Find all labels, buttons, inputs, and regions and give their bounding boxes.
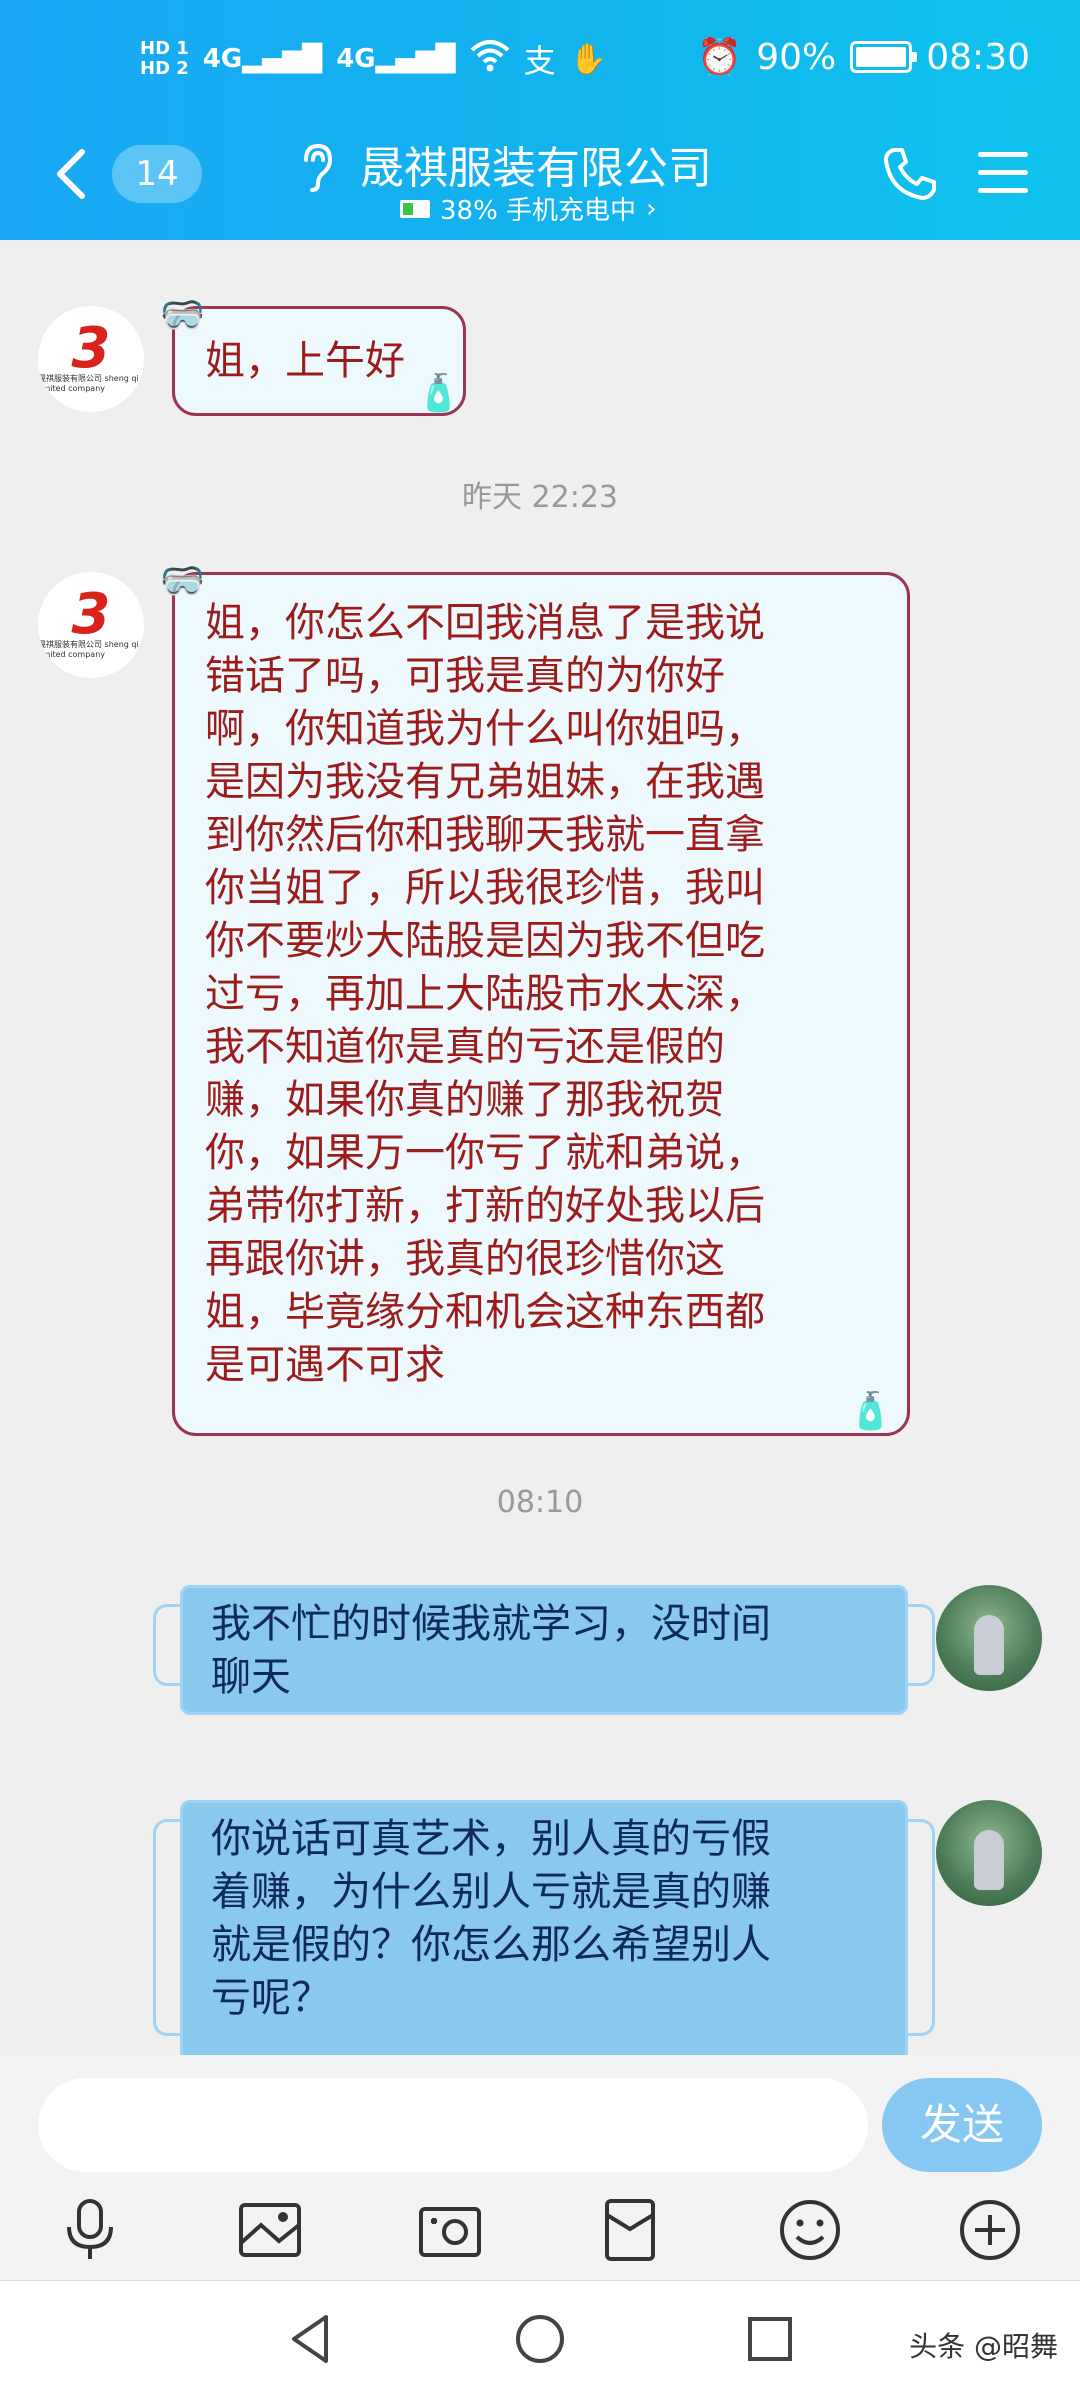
message-line: 过亏，再加上大陆股市水太深， <box>205 971 765 1017</box>
plus-icon[interactable] <box>955 2195 1025 2265</box>
soap-decor-icon: 🧴 <box>416 373 461 414</box>
chat-header: 14 晟祺服装有限公司 38% 手机充电中 › <box>0 120 1080 240</box>
goggles-decor-icon: 🥽 <box>160 295 205 336</box>
message-line: 错话了吗，可我是真的为你好 <box>205 653 725 699</box>
chevron-left-icon <box>57 149 85 199</box>
avatar-company[interactable]: 3 晟祺服装有限公司 sheng qi limited company <box>38 306 144 412</box>
message-line: 你当姐了，所以我很珍惜，我叫 <box>205 865 765 911</box>
charging-status: 38% 手机充电中 <box>440 196 637 226</box>
message-bubble-outgoing[interactable]: 你说话可真艺术，别人真的亏假 着赚，为什么别人亏就是真的赚 就是假的？你怎么那么… <box>153 1800 935 2055</box>
soap-decor-icon: 🧴 <box>848 1391 893 1432</box>
message-list[interactable]: 3 晟祺服装有限公司 sheng qi limited company 姐，上午… <box>0 240 1080 2055</box>
signal1-icon: 4G▂▄▆█ <box>202 44 323 74</box>
red-packet-icon[interactable] <box>595 2195 665 2265</box>
battery-percent: 90% <box>756 36 837 78</box>
alarm-icon: ⏰ <box>697 37 743 78</box>
message-line: 啊，你知道我为什么叫你姐吗， <box>205 706 765 752</box>
message-bubble-outgoing[interactable]: 我不忙的时候我就学习，没时间 聊天 <box>153 1585 935 1715</box>
ear-icon[interactable] <box>300 142 336 203</box>
message-line: 亏呢？ <box>211 1975 331 2021</box>
watermark: 头条 @昭舞 <box>909 2330 1058 2363</box>
nav-home-icon[interactable] <box>510 2309 570 2369</box>
message-line: 是可遇不可求 <box>205 1342 445 1388</box>
company-logo-text: 晟祺服装有限公司 sheng qi limited company <box>38 374 139 393</box>
nav-back-icon[interactable] <box>280 2309 340 2369</box>
hd1-label: HD 1 <box>140 38 189 59</box>
battery-icon <box>850 41 918 73</box>
message-line: 你不要炒大陆股是因为我不但吃 <box>205 918 765 964</box>
phone-call-icon[interactable] <box>880 144 940 204</box>
image-icon[interactable] <box>235 2195 305 2265</box>
alipay-icon: 支 <box>523 42 556 80</box>
avatar-self[interactable] <box>936 1800 1042 1906</box>
top-bar: HD 1 HD 2 4G▂▄▆█ 4G▂▄▆█ 支 ✋ ⏰ 90% 08:30 … <box>0 0 1080 240</box>
system-nav-bar: 头条 @昭舞 <box>0 2280 1080 2400</box>
avatar-company[interactable]: 3 晟祺服装有限公司 sheng qi limited company <box>38 572 144 678</box>
chevron-right-icon: › <box>646 193 657 224</box>
emoji-icon[interactable] <box>775 2195 845 2265</box>
message-line: 弟带你打新，打新的好处我以后 <box>205 1183 765 1229</box>
hd-badge: HD 1 HD 2 <box>140 39 189 79</box>
hd2-label: HD 2 <box>140 58 189 79</box>
status-bar: HD 1 HD 2 4G▂▄▆█ 4G▂▄▆█ 支 ✋ ⏰ 90% 08:30 <box>0 30 1080 100</box>
message-line: 再跟你讲，我真的很珍惜你这 <box>205 1236 725 1282</box>
message-line: 就是假的？你怎么那么希望别人 <box>211 1922 771 1968</box>
menu-icon[interactable] <box>978 152 1028 196</box>
charging-battery-icon <box>400 199 430 218</box>
message-line: 赚，如果你真的赚了那我祝贺 <box>205 1077 725 1123</box>
back-button[interactable] <box>50 144 100 204</box>
timestamp: 昨天 22:23 <box>462 480 618 515</box>
clock: 08:30 <box>926 36 1030 78</box>
message-line: 你说话可真艺术，别人真的亏假 <box>211 1816 771 1862</box>
message-line: 姐，你怎么不回我消息了是我说 <box>205 600 765 646</box>
message-line: 我不忙的时候我就学习，没时间 <box>211 1601 771 1647</box>
chat-subtitle[interactable]: 38% 手机充电中 › <box>400 190 656 227</box>
message-input[interactable] <box>38 2078 868 2172</box>
message-line: 姐，毕竟缘分和机会这种东西都 <box>205 1289 765 1335</box>
nav-recents-icon[interactable] <box>740 2309 800 2369</box>
message-line: 我不知道你是真的亏还是假的 <box>205 1024 725 1070</box>
message-line: 你，如果万一你亏了就和弟说， <box>205 1130 765 1176</box>
message-line: 着赚，为什么别人亏就是真的赚 <box>211 1869 771 1915</box>
microphone-icon[interactable] <box>55 2195 125 2265</box>
goggles-decor-icon: 🥽 <box>160 561 205 602</box>
hand-icon: ✋ <box>569 41 608 77</box>
message-line: 聊天 <box>211 1654 291 1700</box>
send-button[interactable]: 发送 <box>882 2078 1042 2172</box>
camera-icon[interactable] <box>415 2195 485 2265</box>
wifi-icon <box>470 38 510 81</box>
avatar-self[interactable] <box>936 1585 1042 1691</box>
message-bubble-incoming[interactable]: 姐，你怎么不回我消息了是我说 错话了吗，可我是真的为你好 啊，你知道我为什么叫你… <box>172 572 910 1436</box>
timestamp: 08:10 <box>496 1485 584 1520</box>
chat-title[interactable]: 晟祺服装有限公司 <box>360 132 712 196</box>
signal2-icon: 4G▂▄▆█ <box>336 44 456 74</box>
message-line: 是因为我没有兄弟姐妹，在我遇 <box>205 759 765 805</box>
input-area: 发送 <box>0 2055 1080 2280</box>
input-toolbar <box>0 2195 1080 2275</box>
message-line: 到你然后你和我聊天我就一直拿 <box>205 812 765 858</box>
unread-count-badge[interactable]: 14 <box>112 145 202 203</box>
